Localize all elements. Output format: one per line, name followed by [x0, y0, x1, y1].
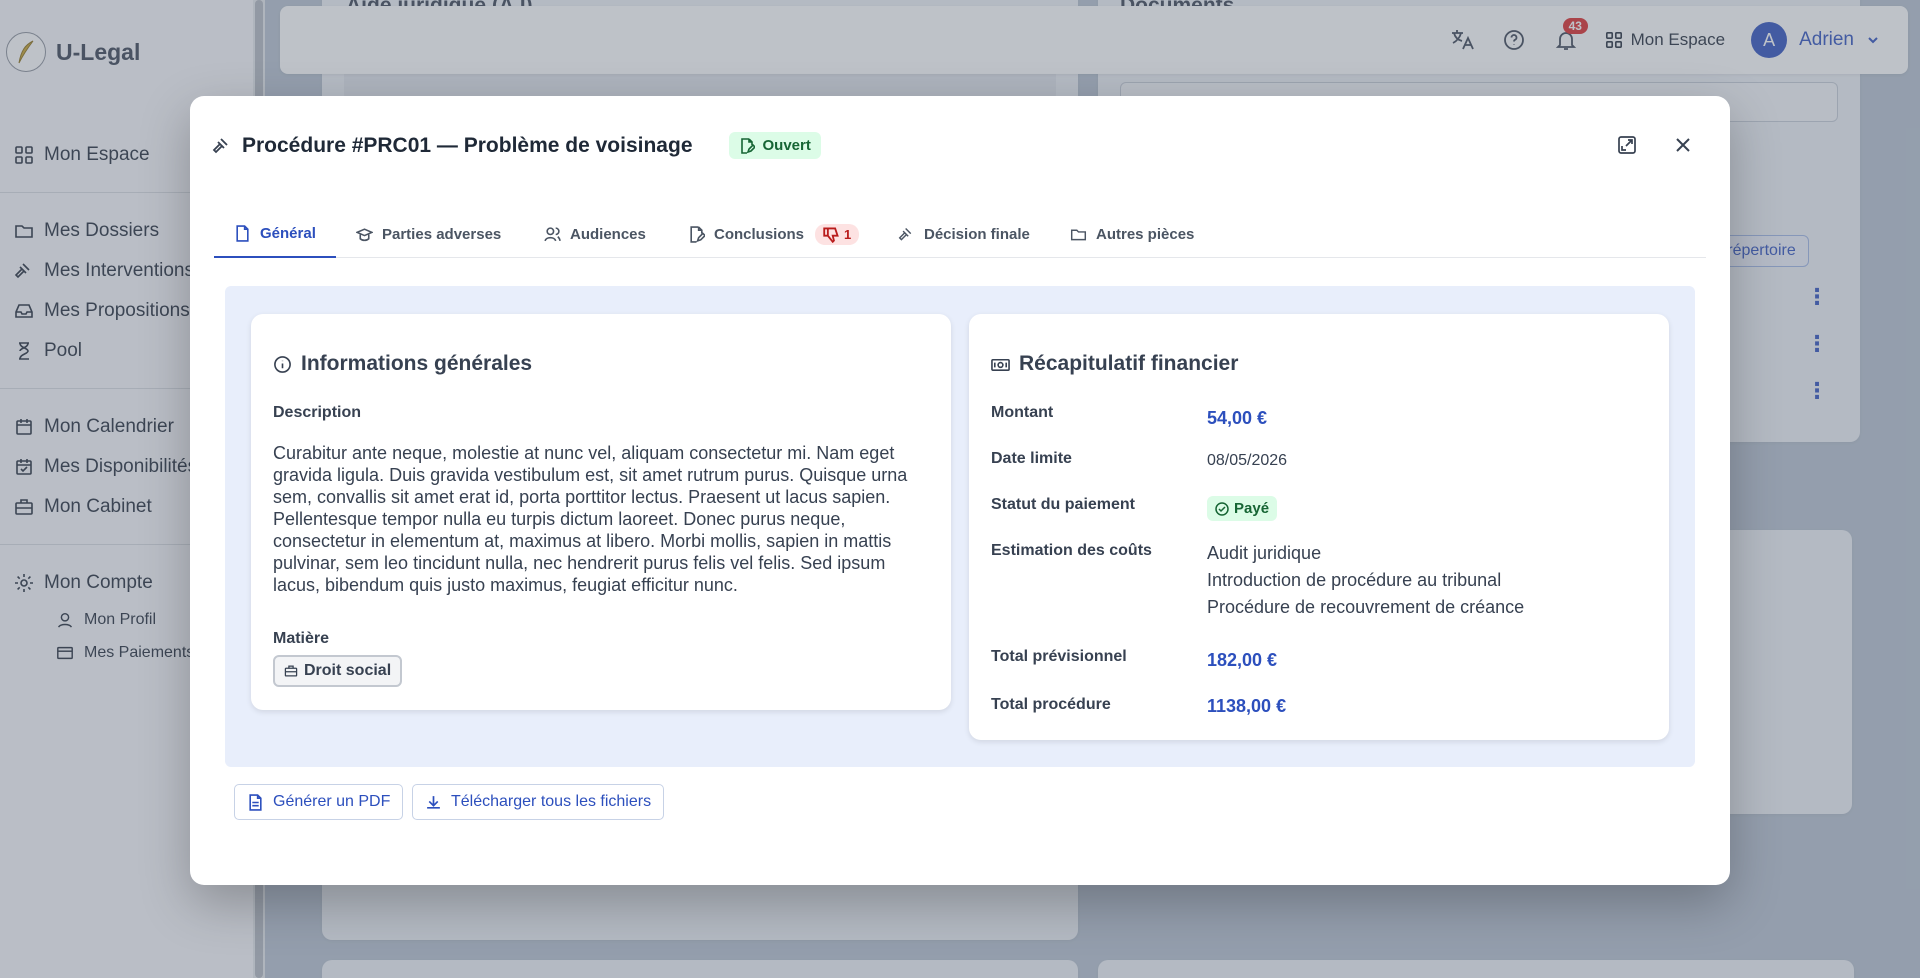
- date-limite-label: Date limite: [991, 450, 1072, 467]
- informations-card: Informations générales Description Curab…: [251, 314, 951, 710]
- gavel-icon: [898, 228, 912, 241]
- check-circle-icon: [1215, 501, 1229, 516]
- tab-parties-adverses[interactable]: Parties adverses: [356, 211, 501, 258]
- tab-label: Autres pièces: [1096, 226, 1195, 243]
- button-label: Télécharger tous les fichiers: [451, 793, 652, 810]
- payment-status: Payé: [1234, 500, 1270, 517]
- estimation-item: Audit juridique: [1207, 543, 1322, 563]
- estimation-list: Audit juridique Introduction de procédur…: [1207, 540, 1524, 621]
- statut-paiement-label: Statut du paiement: [991, 496, 1136, 513]
- money-icon: [991, 358, 1010, 371]
- download-icon: [427, 795, 440, 809]
- conclusions-count-badge: 1: [815, 224, 860, 245]
- thumbs-down-icon: [823, 227, 839, 243]
- expand-icon[interactable]: [1616, 134, 1638, 156]
- users-icon: [544, 227, 561, 242]
- tab-label: Parties adverses: [382, 226, 502, 243]
- date-limite-value: 08/05/2026: [1207, 452, 1288, 469]
- status-badge: Ouvert: [728, 132, 821, 159]
- folder-icon: [1070, 229, 1087, 241]
- description-text: Curabitur ante neque, molestie at nunc v…: [273, 443, 908, 595]
- tab-label: Conclusions: [714, 226, 805, 243]
- tab-label: Général: [260, 225, 316, 242]
- montant-label: Montant: [991, 404, 1054, 421]
- tab-bar: Général Parties adverses Audiences Concl…: [214, 211, 1706, 258]
- total-procedure-label: Total procédure: [991, 696, 1111, 713]
- gavel-icon: [212, 137, 228, 153]
- total-procedure-value: 1138,00 €: [1207, 696, 1287, 716]
- procedure-modal: Procédure #PRC01 — Problème de voisinage…: [190, 96, 1730, 885]
- file-text-icon: [249, 793, 262, 811]
- card-title: Informations générales: [301, 352, 533, 375]
- status-label: Ouvert: [762, 137, 811, 154]
- generate-pdf-button[interactable]: Générer un PDF: [234, 784, 404, 820]
- recapitulatif-card: Récapitulatif financier Montant 54,00 € …: [969, 314, 1669, 740]
- button-label: Générer un PDF: [273, 793, 391, 810]
- estimation-label: Estimation des coûts: [991, 542, 1152, 559]
- file-pen-icon: [740, 137, 755, 154]
- hat-icon: [356, 228, 373, 242]
- estimation-item: Introduction de procédure au tribunal: [1207, 570, 1502, 590]
- montant-value: 54,00 €: [1207, 408, 1268, 428]
- matiere-tag: Droit social: [273, 655, 403, 687]
- briefcase-icon: [284, 665, 298, 677]
- download-all-button[interactable]: Télécharger tous les fichiers: [412, 784, 665, 820]
- info-icon: [274, 355, 291, 373]
- estimation-item: Procédure de recouvrement de créance: [1207, 597, 1525, 617]
- tab-conclusions[interactable]: Conclusions 1: [688, 211, 860, 258]
- close-icon[interactable]: [1672, 134, 1694, 156]
- file-icon: [236, 225, 249, 242]
- matiere-value: Droit social: [304, 662, 392, 679]
- general-panel: Informations générales Description Curab…: [225, 286, 1695, 767]
- tab-decision-finale[interactable]: Décision finale: [898, 211, 1030, 258]
- payment-status-badge: Payé: [1207, 496, 1278, 521]
- total-previsionnel-value: 182,00 €: [1207, 650, 1278, 670]
- tab-label: Audiences: [570, 226, 646, 243]
- card-title: Récapitulatif financier: [1019, 352, 1239, 375]
- tab-autres-pieces[interactable]: Autres pièces: [1070, 211, 1194, 258]
- tab-label: Décision finale: [924, 226, 1030, 243]
- tab-general[interactable]: Général: [214, 211, 336, 258]
- total-previsionnel-label: Total prévisionnel: [991, 648, 1127, 665]
- description-label: Description: [273, 404, 362, 421]
- matiere-label: Matière: [273, 630, 330, 647]
- count-value: 1: [844, 227, 852, 242]
- tab-audiences[interactable]: Audiences: [544, 211, 646, 258]
- modal-title: Procédure #PRC01 — Problème de voisinage: [242, 133, 693, 157]
- file-pen-icon: [690, 226, 705, 243]
